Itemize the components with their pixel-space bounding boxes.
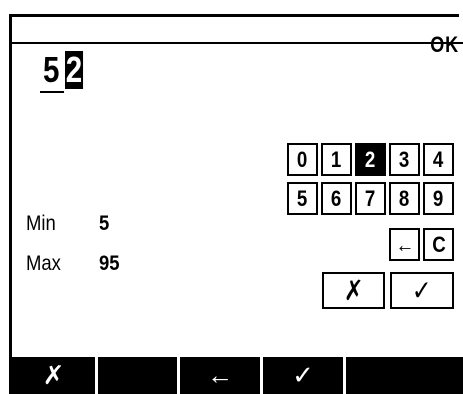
header-bar: OK xyxy=(9,14,463,57)
arrow-left-icon: ← xyxy=(207,360,233,390)
key-0[interactable]: 0 xyxy=(287,143,318,176)
entry-cursor-digit: 2 xyxy=(65,49,84,90)
key-6[interactable]: 6 xyxy=(321,182,352,215)
softkey-cancel[interactable]: ✗ xyxy=(12,357,95,394)
entry-underline xyxy=(40,91,64,93)
arrow-left-icon: ← xyxy=(395,231,414,257)
softkey-back[interactable]: ← xyxy=(180,357,260,394)
key-3[interactable]: 3 xyxy=(389,143,420,176)
softkey-confirm[interactable]: ✓ xyxy=(263,357,343,394)
cross-icon: ✗ xyxy=(343,275,364,306)
max-value: 95 xyxy=(99,252,120,275)
softkey-bar: ✗ ← ✓ xyxy=(12,357,463,394)
key-cancel[interactable]: ✗ xyxy=(322,272,385,309)
header-divider xyxy=(12,42,463,44)
max-label: Max xyxy=(26,252,61,275)
key-8[interactable]: 8 xyxy=(389,182,420,215)
key-9[interactable]: 9 xyxy=(423,182,454,215)
key-backspace[interactable]: ← xyxy=(389,228,420,261)
check-icon: ✓ xyxy=(412,275,432,306)
min-value: 5 xyxy=(99,212,110,235)
min-label: Min xyxy=(26,212,56,235)
check-icon: ✓ xyxy=(292,360,314,390)
key-4[interactable]: 4 xyxy=(423,143,454,176)
max-limit: Max 95 xyxy=(26,252,122,276)
key-7[interactable]: 7 xyxy=(355,182,386,215)
key-5[interactable]: 5 xyxy=(287,182,318,215)
cross-icon: ✗ xyxy=(42,360,65,390)
value-entry-field[interactable]: 52 xyxy=(43,51,87,89)
key-confirm[interactable]: ✓ xyxy=(390,272,454,309)
key-1[interactable]: 1 xyxy=(321,143,352,176)
key-2-selected[interactable]: 2 xyxy=(355,143,386,176)
softkey-blank-1[interactable] xyxy=(98,357,177,394)
ok-indicator: OK xyxy=(430,32,459,57)
key-clear[interactable]: C xyxy=(423,228,454,261)
softkey-blank-2[interactable] xyxy=(346,357,463,394)
entry-digit: 5 xyxy=(43,49,60,90)
min-limit: Min 5 xyxy=(26,212,111,236)
